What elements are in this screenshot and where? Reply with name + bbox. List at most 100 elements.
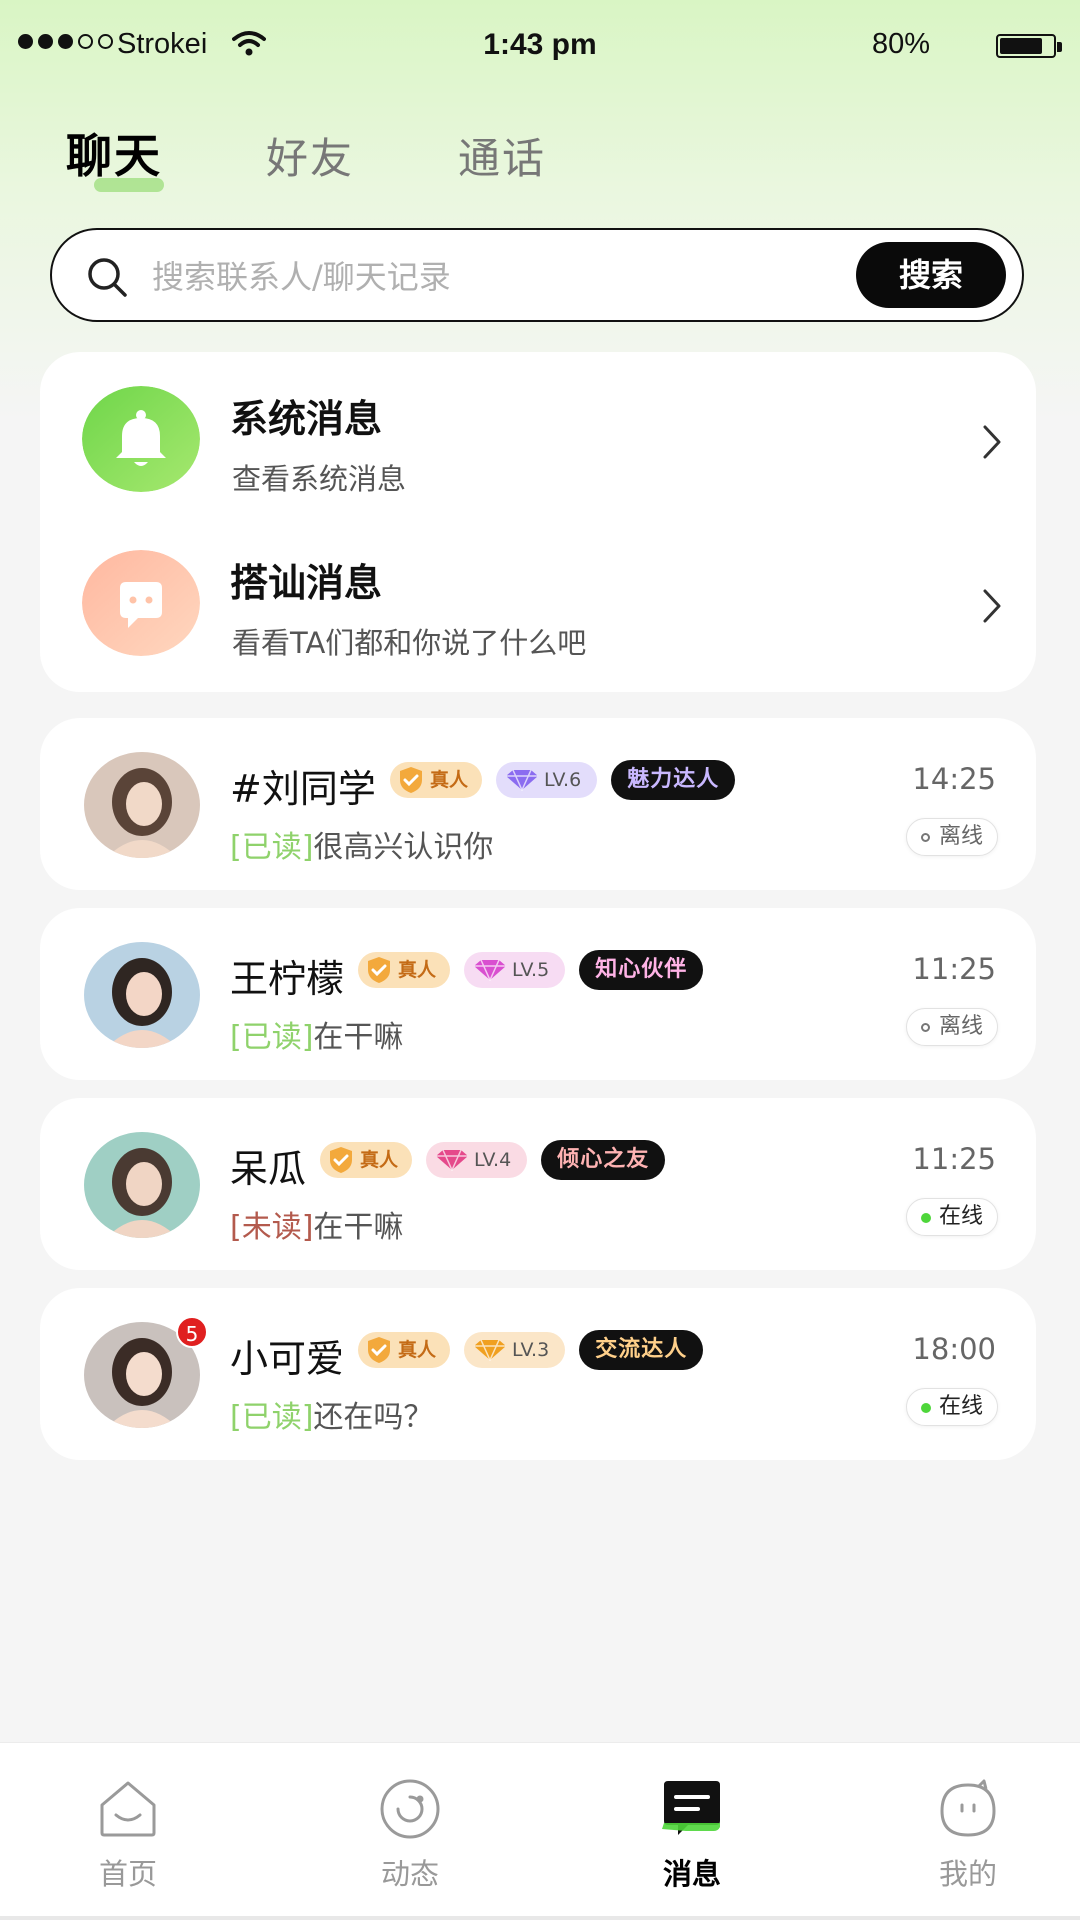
greeting-message-subtitle: 看看TA们都和你说了什么吧 xyxy=(232,626,587,660)
home-indicator xyxy=(0,1916,1080,1920)
message-time: 11:25 xyxy=(912,1142,996,1176)
presence-label: 离线 xyxy=(938,824,983,849)
level-badge: LV.5 xyxy=(464,952,566,988)
nav-moments[interactable]: 动态 xyxy=(340,1777,480,1893)
message-preview: [已读]很高兴认识你 xyxy=(230,822,493,866)
message-preview: [已读]还在吗？ xyxy=(230,1392,433,1436)
presence-label: 在线 xyxy=(938,1204,983,1229)
greeting-message-title: 搭讪消息 xyxy=(230,561,383,605)
contact-name: 呆瓜 xyxy=(230,1147,307,1191)
presence-badge: 离线 xyxy=(905,818,998,856)
read-status: [未读] xyxy=(230,1210,314,1245)
search-icon xyxy=(88,258,127,297)
verified-badge-label: 真人 xyxy=(430,769,469,791)
title-badge: 倾心之友 xyxy=(541,1140,666,1180)
bottom-navigation: 首页 动态 消息 我的 xyxy=(0,1742,1080,1920)
verified-badge: 真人 xyxy=(358,1332,451,1368)
chat-list-item[interactable]: 呆瓜 真人 LV.4 倾心之友 11:25 [未读]在干嘛 在线 xyxy=(40,1098,1036,1270)
chat-bubble-icon xyxy=(82,550,200,656)
nav-home-label: 首页 xyxy=(98,1857,157,1891)
verified-shield-icon xyxy=(330,1147,352,1173)
verified-badge: 真人 xyxy=(320,1142,413,1178)
verified-badge-label: 真人 xyxy=(398,1339,437,1361)
level-badge-label: LV.3 xyxy=(512,1339,550,1361)
message-preview: [未读]在干嘛 xyxy=(230,1202,403,1246)
avatar[interactable] xyxy=(84,752,200,858)
system-message-row[interactable]: 系统消息 查看系统消息 xyxy=(40,352,1036,502)
presence-dot-icon xyxy=(920,1403,931,1413)
system-message-subtitle: 查看系统消息 xyxy=(232,462,407,496)
chat-list-item[interactable]: #刘同学 真人 LV.6 魅力达人 14:25 [已读]很高兴认识你 离线 xyxy=(40,718,1036,890)
level-badge-label: LV.5 xyxy=(512,959,550,981)
badge-row: 真人 LV.3 交流达人 xyxy=(358,1330,704,1370)
verified-badge: 真人 xyxy=(358,952,451,988)
contact-name: 小可爱 xyxy=(230,1337,345,1381)
nav-profile[interactable]: 我的 xyxy=(898,1777,1038,1893)
verified-badge-label: 真人 xyxy=(398,959,437,981)
presence-badge: 在线 xyxy=(905,1388,998,1426)
chevron-right-icon xyxy=(983,589,1001,623)
tab-friends[interactable]: 好友 xyxy=(266,125,354,186)
badge-row: 真人 LV.6 魅力达人 xyxy=(390,760,736,800)
tab-chat[interactable]: 聊天 xyxy=(66,120,164,192)
avatar[interactable] xyxy=(84,942,200,1048)
verified-shield-icon xyxy=(368,1337,390,1363)
status-bar: Strokei 1:43 pm 80% xyxy=(0,0,1080,92)
diamond-icon xyxy=(506,769,539,791)
search-button[interactable]: 搜索 xyxy=(856,242,1006,308)
nav-messages[interactable]: 消息 xyxy=(622,1777,762,1893)
verified-badge-label: 真人 xyxy=(360,1149,399,1171)
badge-row: 真人 LV.4 倾心之友 xyxy=(320,1140,666,1180)
message-icon xyxy=(662,1781,720,1835)
level-badge-label: LV.4 xyxy=(474,1149,512,1171)
system-messages-card: 系统消息 查看系统消息 搭讪消息 看看TA们都和你说了什么吧 xyxy=(40,352,1036,692)
tab-calls[interactable]: 通话 xyxy=(458,125,546,186)
profile-icon xyxy=(940,1779,996,1837)
nav-messages-label: 消息 xyxy=(662,1857,721,1891)
badge-row: 真人 LV.5 知心伙伴 xyxy=(358,950,704,990)
presence-label: 在线 xyxy=(938,1394,983,1419)
presence-badge: 离线 xyxy=(905,1008,998,1046)
bell-icon xyxy=(82,386,200,492)
chevron-right-icon xyxy=(983,425,1001,459)
level-badge: LV.3 xyxy=(464,1332,566,1368)
diamond-icon xyxy=(436,1149,469,1171)
contact-name: 王柠檬 xyxy=(230,957,345,1001)
search-input[interactable] xyxy=(152,254,772,300)
home-icon xyxy=(100,1781,156,1837)
presence-dot-icon xyxy=(920,1023,930,1032)
nav-profile-label: 我的 xyxy=(938,1857,997,1891)
presence-dot-icon xyxy=(920,833,930,842)
contact-name: #刘同学 xyxy=(230,767,376,811)
search-bar: 搜索 xyxy=(50,228,1024,322)
battery-percentage: 80% xyxy=(871,28,930,60)
message-time: 14:25 xyxy=(912,762,996,796)
diamond-icon xyxy=(474,1339,507,1361)
title-badge: 知心伙伴 xyxy=(579,950,704,990)
chat-list-item[interactable]: 小可爱 真人 LV.3 交流达人 18:00 [已读]还在吗？ 在线 5 xyxy=(40,1288,1036,1460)
chat-list-item[interactable]: 王柠檬 真人 LV.5 知心伙伴 11:25 [已读]在干嘛 离线 xyxy=(40,908,1036,1080)
title-badge: 魅力达人 xyxy=(611,760,736,800)
read-status: [已读] xyxy=(230,830,314,865)
message-text: 在干嘛 xyxy=(313,1020,404,1055)
greeting-message-row[interactable]: 搭讪消息 看看TA们都和你说了什么吧 xyxy=(40,516,1036,666)
verified-badge: 真人 xyxy=(390,762,483,798)
title-badge: 交流达人 xyxy=(579,1330,704,1370)
nav-moments-label: 动态 xyxy=(380,1857,439,1891)
avatar[interactable] xyxy=(84,1132,200,1238)
top-tabs: 聊天 好友 通话 xyxy=(66,120,546,192)
read-status: [已读] xyxy=(230,1020,314,1055)
moments-icon xyxy=(380,1779,440,1839)
read-status: [已读] xyxy=(230,1400,314,1435)
unread-count-badge: 5 xyxy=(176,1316,208,1348)
message-time: 18:00 xyxy=(912,1332,996,1366)
message-time: 11:25 xyxy=(912,952,996,986)
verified-shield-icon xyxy=(368,957,390,983)
diamond-icon xyxy=(474,959,507,981)
nav-home[interactable]: 首页 xyxy=(58,1777,198,1893)
level-badge: LV.4 xyxy=(426,1142,528,1178)
message-text: 在干嘛 xyxy=(313,1210,404,1245)
message-text: 还在吗？ xyxy=(313,1400,434,1435)
message-text: 很高兴认识你 xyxy=(313,830,494,865)
presence-badge: 在线 xyxy=(905,1198,998,1236)
